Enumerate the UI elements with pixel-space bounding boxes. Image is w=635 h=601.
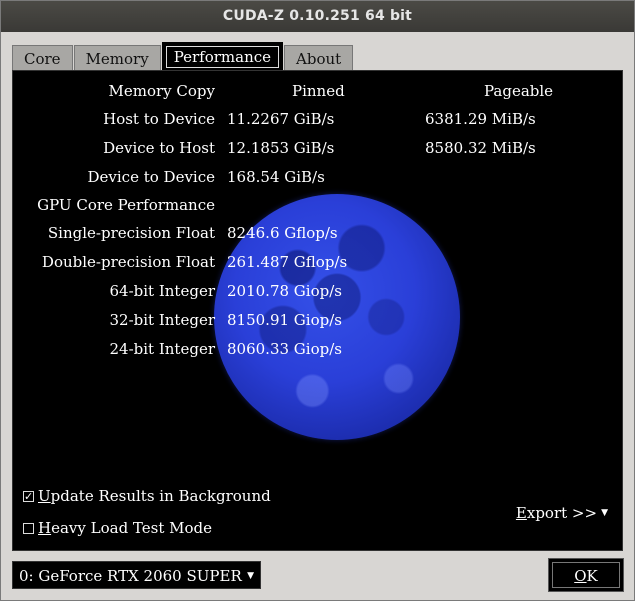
- export-button[interactable]: Export >> ▼: [516, 504, 608, 522]
- update-background-checkbox[interactable]: ✓ Update Results in Background: [23, 487, 271, 505]
- tab-performance-label: Performance: [173, 48, 272, 66]
- value-24bit-integer: 8060.33 Giop/s: [227, 340, 342, 358]
- heavy-load-checkbox[interactable]: Heavy Load Test Mode: [23, 519, 212, 537]
- pinned-header: Pinned: [292, 82, 345, 100]
- chevron-down-icon: ▼: [247, 571, 254, 581]
- row-label-64bit-integer: 64-bit Integer: [109, 282, 216, 300]
- value-double-precision: 261.487 Gflop/s: [227, 253, 348, 271]
- row-label-double-precision: Double-precision Float: [41, 253, 215, 271]
- tab-memory[interactable]: Memory: [73, 45, 161, 71]
- memory-copy-header: Memory Copy: [108, 82, 216, 100]
- tab-about[interactable]: About: [284, 45, 354, 71]
- value-device-to-host-pinned: 12.1853 GiB/s: [227, 139, 335, 157]
- row-label-host-to-device: Host to Device: [103, 110, 215, 128]
- heavy-load-label: Heavy Load Test Mode: [38, 519, 213, 537]
- value-32bit-integer: 8150.91 Giop/s: [227, 311, 342, 329]
- check-mark-icon: ✓: [23, 489, 34, 503]
- performance-panel: Memory Copy Pinned Pageable Host to Devi…: [12, 70, 623, 551]
- tab-performance[interactable]: Performance: [161, 42, 284, 71]
- value-device-to-host-pageable: 8580.32 MiB/s: [425, 139, 536, 157]
- ok-button[interactable]: OK: [548, 558, 624, 592]
- value-host-to-device-pageable: 6381.29 MiB/s: [425, 110, 536, 128]
- value-64bit-integer: 2010.78 Giop/s: [227, 282, 342, 300]
- dropdown-arrow-icon: ▼: [601, 508, 608, 518]
- value-single-precision: 8246.6 Gflop/s: [227, 224, 338, 242]
- value-host-to-device-pinned: 11.2267 GiB/s: [227, 110, 335, 128]
- window-title: CUDA-Z 0.10.251 64 bit: [1, 1, 634, 32]
- row-label-24bit-integer: 24-bit Integer: [109, 340, 216, 358]
- row-label-device-to-host: Device to Host: [103, 139, 215, 157]
- row-label-32bit-integer: 32-bit Integer: [109, 311, 216, 329]
- value-device-to-device-pinned: 168.54 GiB/s: [227, 168, 325, 186]
- row-label-device-to-device: Device to Device: [87, 168, 216, 186]
- cuda-z-window: CUDA-Z 0.10.251 64 bit Core Memory Perfo…: [0, 0, 635, 601]
- gpu-core-performance-heading: GPU Core Performance: [37, 196, 215, 214]
- checkbox-empty-icon: [23, 522, 34, 534]
- update-background-label: Update Results in Background: [38, 487, 271, 505]
- device-select[interactable]: 0: GeForce RTX 2060 SUPER ▼: [12, 561, 261, 589]
- row-label-single-precision: Single-precision Float: [47, 224, 215, 242]
- pageable-header: Pageable: [484, 82, 554, 100]
- device-select-value: 0: GeForce RTX 2060 SUPER: [19, 567, 242, 585]
- tab-bar: Core Memory Performance About: [12, 42, 354, 71]
- tab-core[interactable]: Core: [12, 45, 73, 71]
